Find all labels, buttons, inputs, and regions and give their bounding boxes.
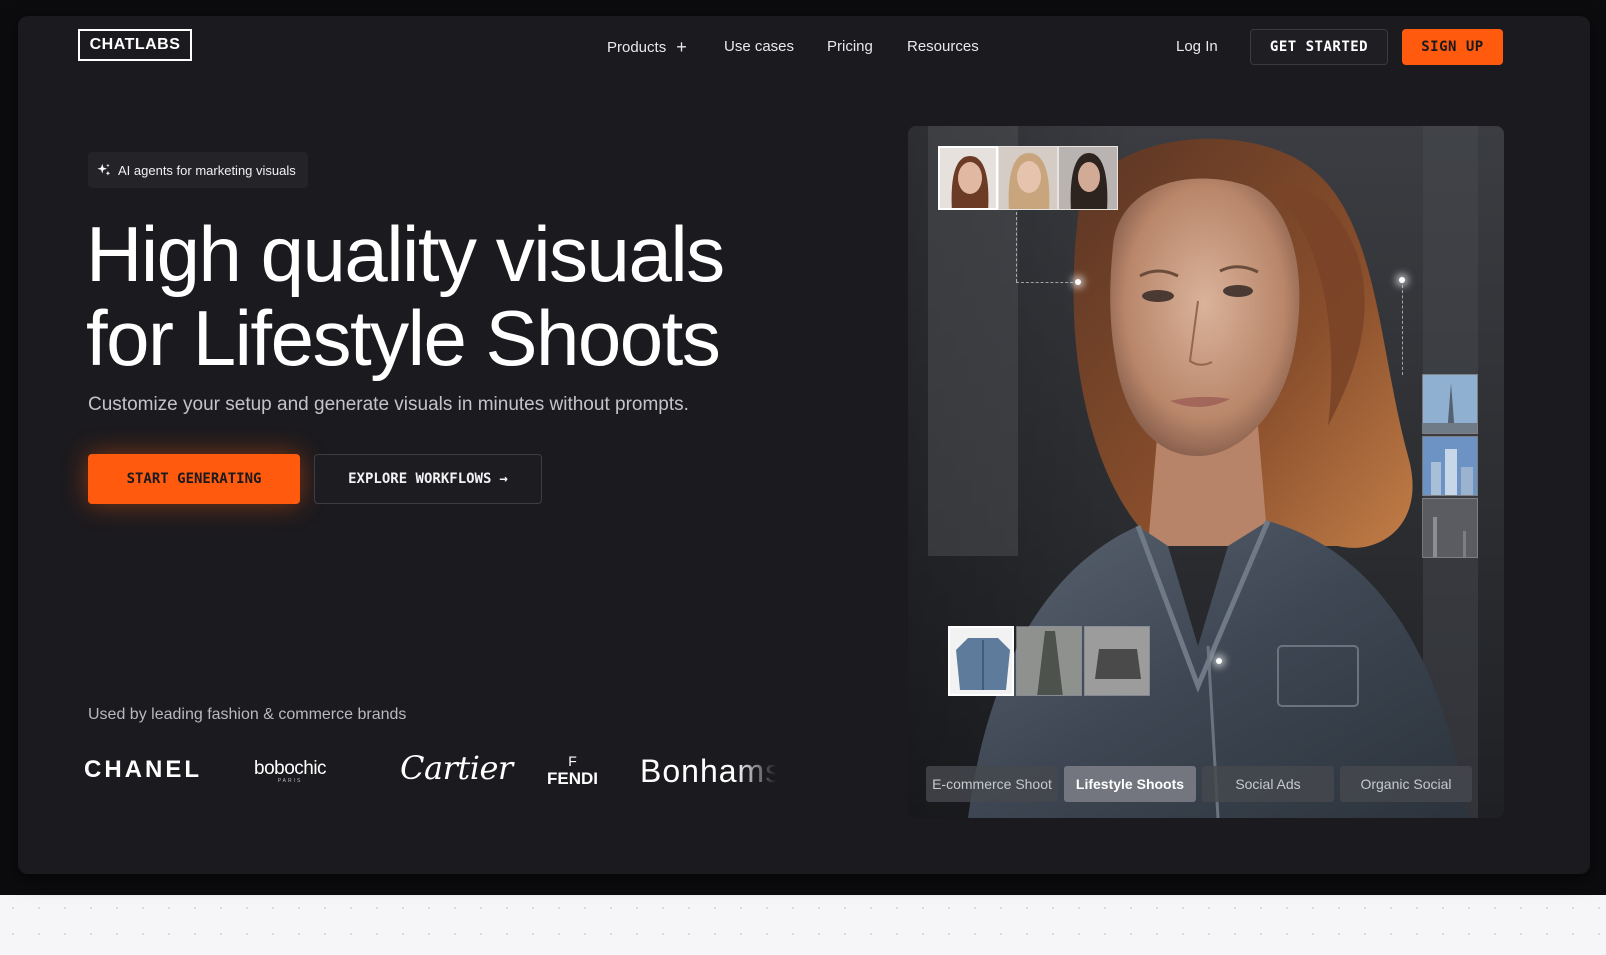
sparkle-point [1075, 279, 1081, 285]
connector-line [1016, 212, 1017, 282]
login-link[interactable]: Log In [1176, 38, 1218, 55]
headline-line-1: High quality visuals [86, 210, 725, 298]
brand-logo-chanel: CHANEL [84, 756, 202, 783]
model-thumbnail[interactable] [998, 146, 1058, 210]
headline-line-2: for Lifestyle Shoots [86, 294, 721, 382]
sparkle-point [1216, 658, 1222, 664]
tab-ecommerce-shoot[interactable]: E-commerce Shoot [926, 766, 1058, 802]
tab-lifestyle-shoots[interactable]: Lifestyle Shoots [1064, 766, 1196, 802]
garment-thumbnail[interactable] [948, 626, 1014, 696]
hero-badge: AI agents for marketing visuals [88, 152, 308, 188]
logo[interactable]: CHATLABS [78, 29, 192, 61]
get-started-button[interactable]: GET STARTED [1250, 29, 1388, 65]
bobochic-wordmark: bobochic [254, 758, 327, 779]
connector-line [1016, 282, 1078, 283]
start-generating-button[interactable]: START GENERATING [88, 454, 300, 504]
brands-label: Used by leading fashion & commerce brand… [88, 706, 407, 723]
brand-logo-cartier: Cartier [400, 749, 513, 787]
model-portrait-image [968, 138, 1468, 818]
location-thumbnail[interactable] [1422, 436, 1478, 496]
site-frame: CHATLABS Products + Use cases Pricing Re… [18, 16, 1590, 874]
tab-organic-social[interactable]: Organic Social [1340, 766, 1472, 802]
location-thumbnail[interactable] [1422, 498, 1478, 558]
nav-pricing[interactable]: Pricing [827, 38, 873, 55]
model-thumbnails [938, 146, 1118, 210]
sign-up-button[interactable]: SIGN UP [1402, 29, 1503, 65]
plus-icon: + [676, 37, 687, 57]
sparkle-icon [97, 163, 111, 176]
brand-logo-bobochic: bobochic PARIS [254, 758, 327, 784]
connector-line [1402, 280, 1403, 375]
explore-workflows-label: EXPLORE WORKFLOWS [348, 471, 492, 487]
nav-use-cases[interactable]: Use cases [724, 38, 794, 55]
sparkle-point [1399, 277, 1405, 283]
location-thumbnail[interactable] [1422, 374, 1478, 434]
fendi-mark: F [568, 753, 577, 769]
arrow-right-icon: → [499, 471, 508, 487]
model-thumbnail[interactable] [938, 146, 998, 210]
model-thumbnail[interactable] [1058, 146, 1118, 210]
nav-resources[interactable]: Resources [907, 38, 979, 55]
tab-social-ads[interactable]: Social Ads [1202, 766, 1334, 802]
use-case-tabs: E-commerce Shoot Lifestyle Shoots Social… [926, 766, 1472, 802]
garment-thumbnails [948, 626, 1150, 696]
fendi-wordmark: FENDI [547, 769, 598, 788]
hero-subtitle: Customize your setup and generate visual… [88, 394, 689, 415]
explore-workflows-button[interactable]: EXPLORE WORKFLOWS → [314, 454, 542, 504]
location-thumbnails [1422, 374, 1478, 558]
nav-products[interactable]: Products + [607, 38, 687, 56]
dotted-background [0, 895, 1606, 955]
hero-image-panel: E-commerce Shoot Lifestyle Shoots Social… [908, 126, 1504, 818]
brand-logo-bonhams: Bonhams [640, 753, 776, 790]
hero-headline: High quality visuals for Lifestyle Shoot… [86, 210, 725, 382]
brand-logo-fendi: F FENDI [547, 753, 598, 787]
nav-products-label: Products [607, 38, 667, 56]
garment-thumbnail[interactable] [1084, 626, 1150, 696]
garment-thumbnail[interactable] [1016, 626, 1082, 696]
hero-badge-label: AI agents for marketing visuals [118, 162, 296, 178]
